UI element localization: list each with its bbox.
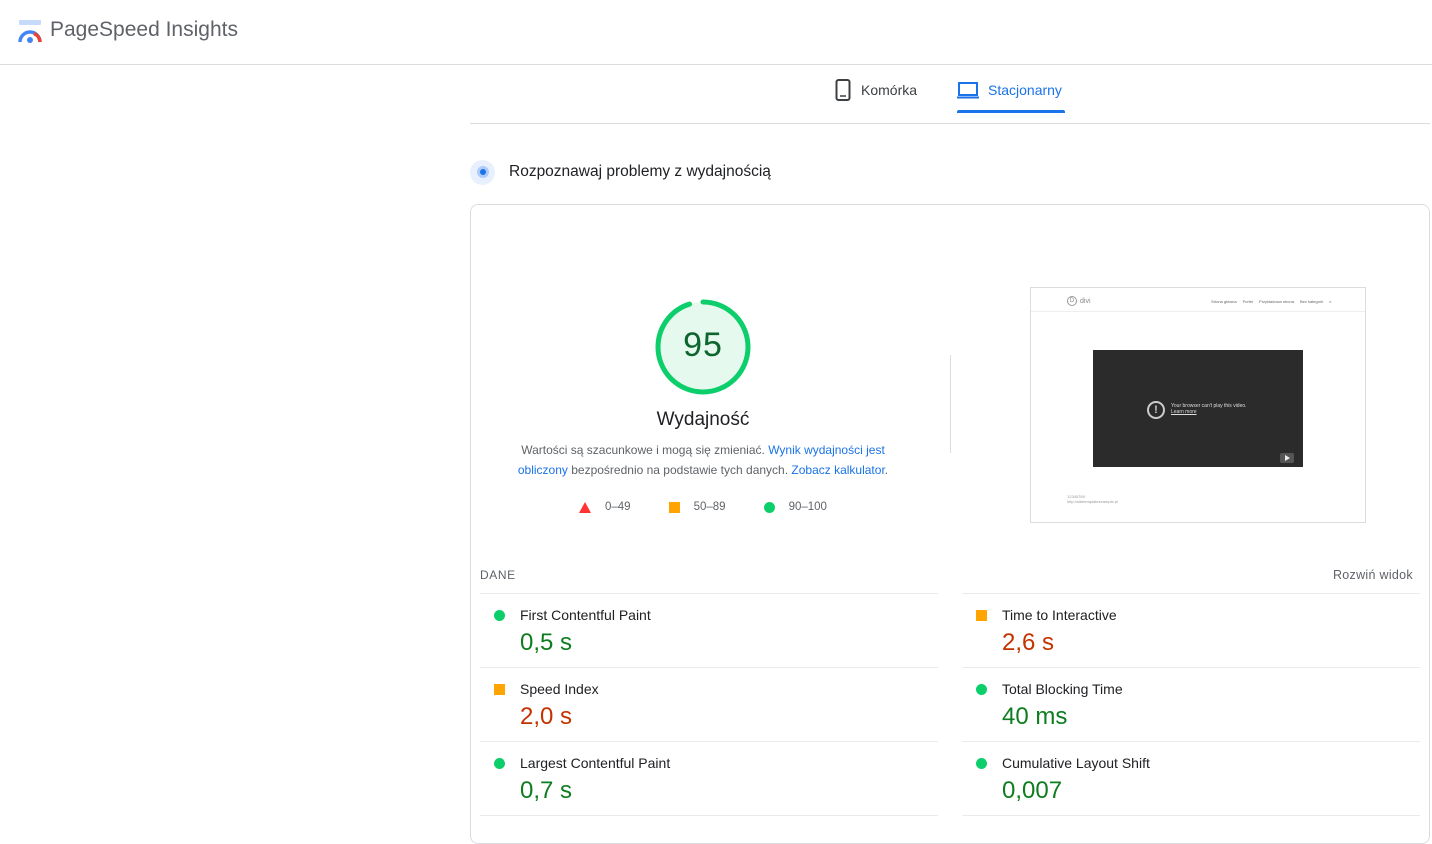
divi-logo-icon: D [1067, 296, 1077, 306]
legend-range-poor: 0–49 [605, 501, 631, 513]
metric-value: 2,0 s [520, 703, 573, 730]
laptop-icon [957, 81, 979, 98]
score-legend: 0–49 50–89 90–100 [579, 501, 865, 513]
circle-icon [763, 501, 775, 513]
score-description: Wartości są szacunkowe i mogą się zmieni… [511, 440, 895, 480]
screenshot-footer: 12345789 http://sitetemplateexample.pl [1067, 494, 1118, 504]
metric-row: Cumulative Layout Shift 0,007 [962, 741, 1420, 815]
tab-mobile-label: Komórka [861, 81, 918, 98]
video-learn-more: Learn more [1171, 409, 1197, 415]
screenshot-nav-item: Przykładowa strona [1259, 299, 1294, 304]
metrics-section-label: DANE [480, 568, 516, 582]
legend-item-average: 50–89 [668, 501, 726, 513]
search-icon: ⌕ [1329, 299, 1332, 304]
legend-range-good: 90–100 [788, 501, 827, 513]
phone-icon [835, 78, 851, 101]
legend-item-poor: 0–49 [579, 501, 631, 513]
performance-score: 95 [683, 326, 723, 364]
metric-row: Largest Contentful Paint 0,7 s [480, 741, 938, 815]
expand-view-button[interactable]: Rozwiń widok [1333, 568, 1413, 582]
metric-row: Total Blocking Time 40 ms [962, 667, 1420, 741]
screenshot-nav-item: Strona główna [1211, 299, 1237, 304]
metrics-divider-right [962, 815, 1420, 816]
alert-icon: ! [1147, 401, 1165, 419]
metric-value: 0,007 [1002, 777, 1063, 804]
circle-icon [494, 758, 505, 769]
metrics-divider-left [480, 815, 938, 816]
lighthouse-icon [470, 159, 495, 185]
vertical-divider [950, 355, 951, 453]
metric-row: Time to Interactive 2,6 s [962, 593, 1420, 667]
metric-name: Speed Index [520, 681, 599, 697]
youtube-icon [1280, 453, 1294, 463]
screenshot-nav-item: Bez kategorii [1299, 299, 1324, 304]
circle-icon [976, 758, 987, 769]
legend-range-average: 50–89 [693, 501, 726, 513]
square-icon [494, 684, 505, 695]
legend-item-good: 90–100 [763, 501, 827, 513]
performance-label: Wydajność [656, 409, 750, 430]
screenshot-video: ! Your browser can't play this video. Le… [1093, 350, 1303, 467]
device-tabs: Komórka Stacjonarny [470, 66, 1430, 124]
tab-desktop-label: Stacjonarny [988, 81, 1062, 98]
tab-mobile[interactable]: Komórka [834, 66, 917, 113]
square-icon [976, 610, 987, 621]
screenshot-footer-line-2: http://sitetemplateexample.pl [1067, 499, 1118, 504]
metric-value: 0,5 s [520, 629, 573, 656]
metric-value: 40 ms [1002, 703, 1068, 730]
pagespeed-logo-icon[interactable] [17, 19, 43, 45]
screenshot-logo: D divi [1067, 296, 1091, 306]
metric-row: Speed Index 2,0 s [480, 667, 938, 741]
screenshot-logo-text: divi [1080, 297, 1091, 305]
app-header: PageSpeed Insights [0, 0, 1432, 65]
metric-value: 0,7 s [520, 777, 573, 804]
video-message: Your browser can't play this video. Lear… [1171, 403, 1247, 415]
performance-card: 95 Wydajność Wartości są szacunkowe i mo… [470, 204, 1430, 844]
desc-text-1: Wartości są szacunkowe i mogą się zmieni… [521, 443, 769, 457]
circle-icon [976, 684, 987, 695]
calculator-link[interactable]: Zobacz kalkulator [791, 463, 884, 477]
metric-name: First Contentful Paint [520, 607, 651, 623]
tab-desktop[interactable]: Stacjonarny [957, 66, 1062, 113]
desc-text-2: bezpośrednio na podstawie tych danych. [567, 463, 792, 477]
screenshot-nav-item: Porfel [1242, 299, 1254, 304]
section-title: Rozpoznawaj problemy z wydajnością [509, 163, 771, 180]
metric-name: Time to Interactive [1002, 607, 1117, 623]
screenshot-nav: Strona główna Porfel Przykładowa strona … [1211, 299, 1331, 304]
metric-name: Largest Contentful Paint [520, 755, 671, 771]
metric-name: Cumulative Layout Shift [1002, 755, 1150, 771]
app-title[interactable]: PageSpeed Insights [50, 18, 238, 42]
circle-icon [494, 610, 505, 621]
active-tab-indicator [957, 110, 1065, 113]
page-screenshot: D divi Strona główna Porfel Przykładowa … [1030, 287, 1366, 523]
metric-row: First Contentful Paint 0,5 s [480, 593, 938, 667]
square-icon [668, 501, 680, 513]
section-header: Rozpoznawaj problemy z wydajnością [470, 158, 771, 186]
metric-value: 2,6 s [1002, 629, 1055, 656]
triangle-icon [579, 501, 591, 513]
metric-name: Total Blocking Time [1002, 681, 1123, 697]
screenshot-header-line [1031, 311, 1365, 312]
desc-text-3: . [884, 463, 889, 477]
